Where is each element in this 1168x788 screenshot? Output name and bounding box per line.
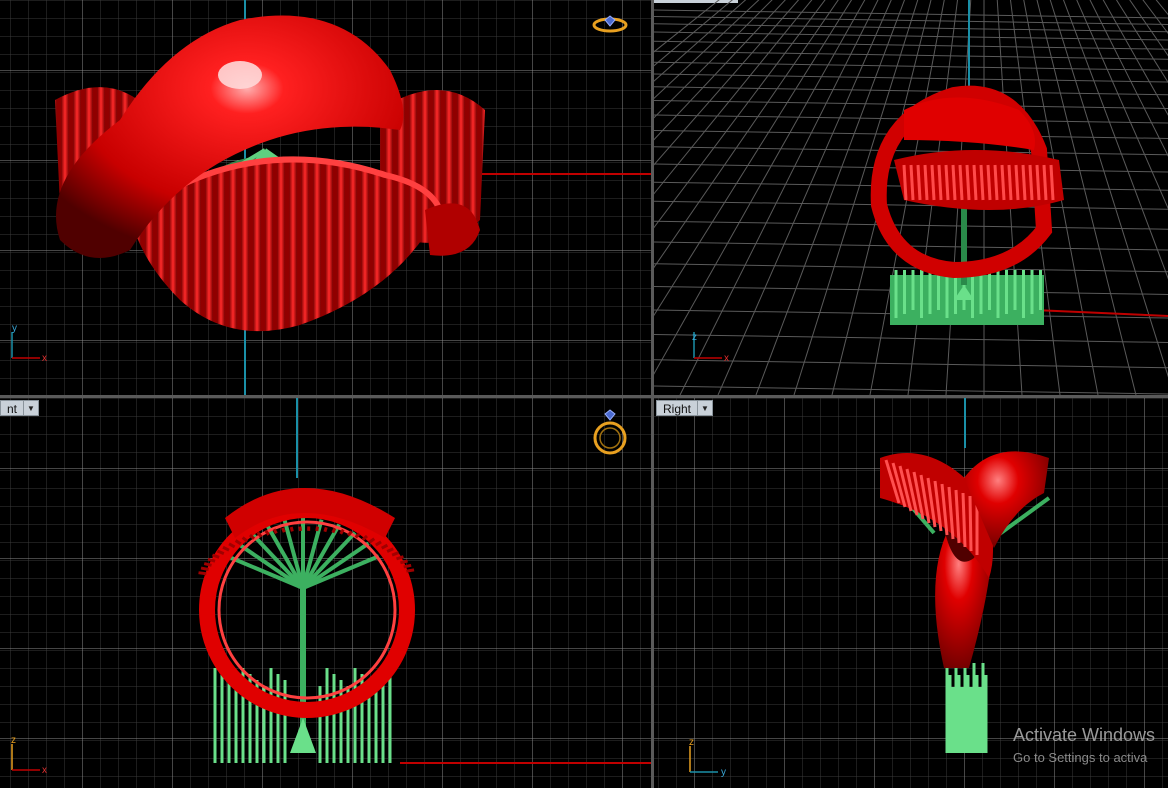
svg-text:x: x <box>42 765 47 776</box>
dropdown-arrow-icon[interactable]: ▼ <box>698 400 714 416</box>
viewport-label-text: nt <box>0 400 25 416</box>
viewport-front-scene: z x <box>0 398 651 788</box>
viewport-front[interactable]: z x nt ▼ <box>0 398 651 788</box>
activate-windows-subtitle: Go to Settings to activa <box>1013 750 1148 765</box>
ring-gem-icon[interactable] <box>590 408 630 458</box>
svg-text:z: z <box>692 332 697 343</box>
activate-windows-title: Activate Windows <box>1013 725 1156 745</box>
viewport-perspective[interactable]: z x <box>654 0 1168 395</box>
dropdown-arrow-icon[interactable]: ▼ <box>24 400 40 416</box>
ring-gem-icon[interactable] <box>591 12 629 36</box>
svg-text:z: z <box>11 735 16 746</box>
viewport-divider-horizontal[interactable] <box>0 395 1168 398</box>
svg-text:x: x <box>42 353 47 364</box>
svg-text:x: x <box>724 353 729 364</box>
viewport-top[interactable]: y x <box>0 0 651 395</box>
viewport-label-right[interactable]: Right ▼ <box>656 400 714 416</box>
viewport-top-scene: y x <box>0 0 651 395</box>
svg-text:y: y <box>12 323 17 334</box>
svg-text:z: z <box>689 737 694 748</box>
svg-text:y: y <box>721 767 726 778</box>
viewport-label-text: Right <box>656 400 699 416</box>
viewport-divider-vertical[interactable] <box>651 0 654 788</box>
viewport-perspective-scene: z x <box>654 0 1168 395</box>
viewport-label-front[interactable]: nt ▼ <box>0 400 40 416</box>
